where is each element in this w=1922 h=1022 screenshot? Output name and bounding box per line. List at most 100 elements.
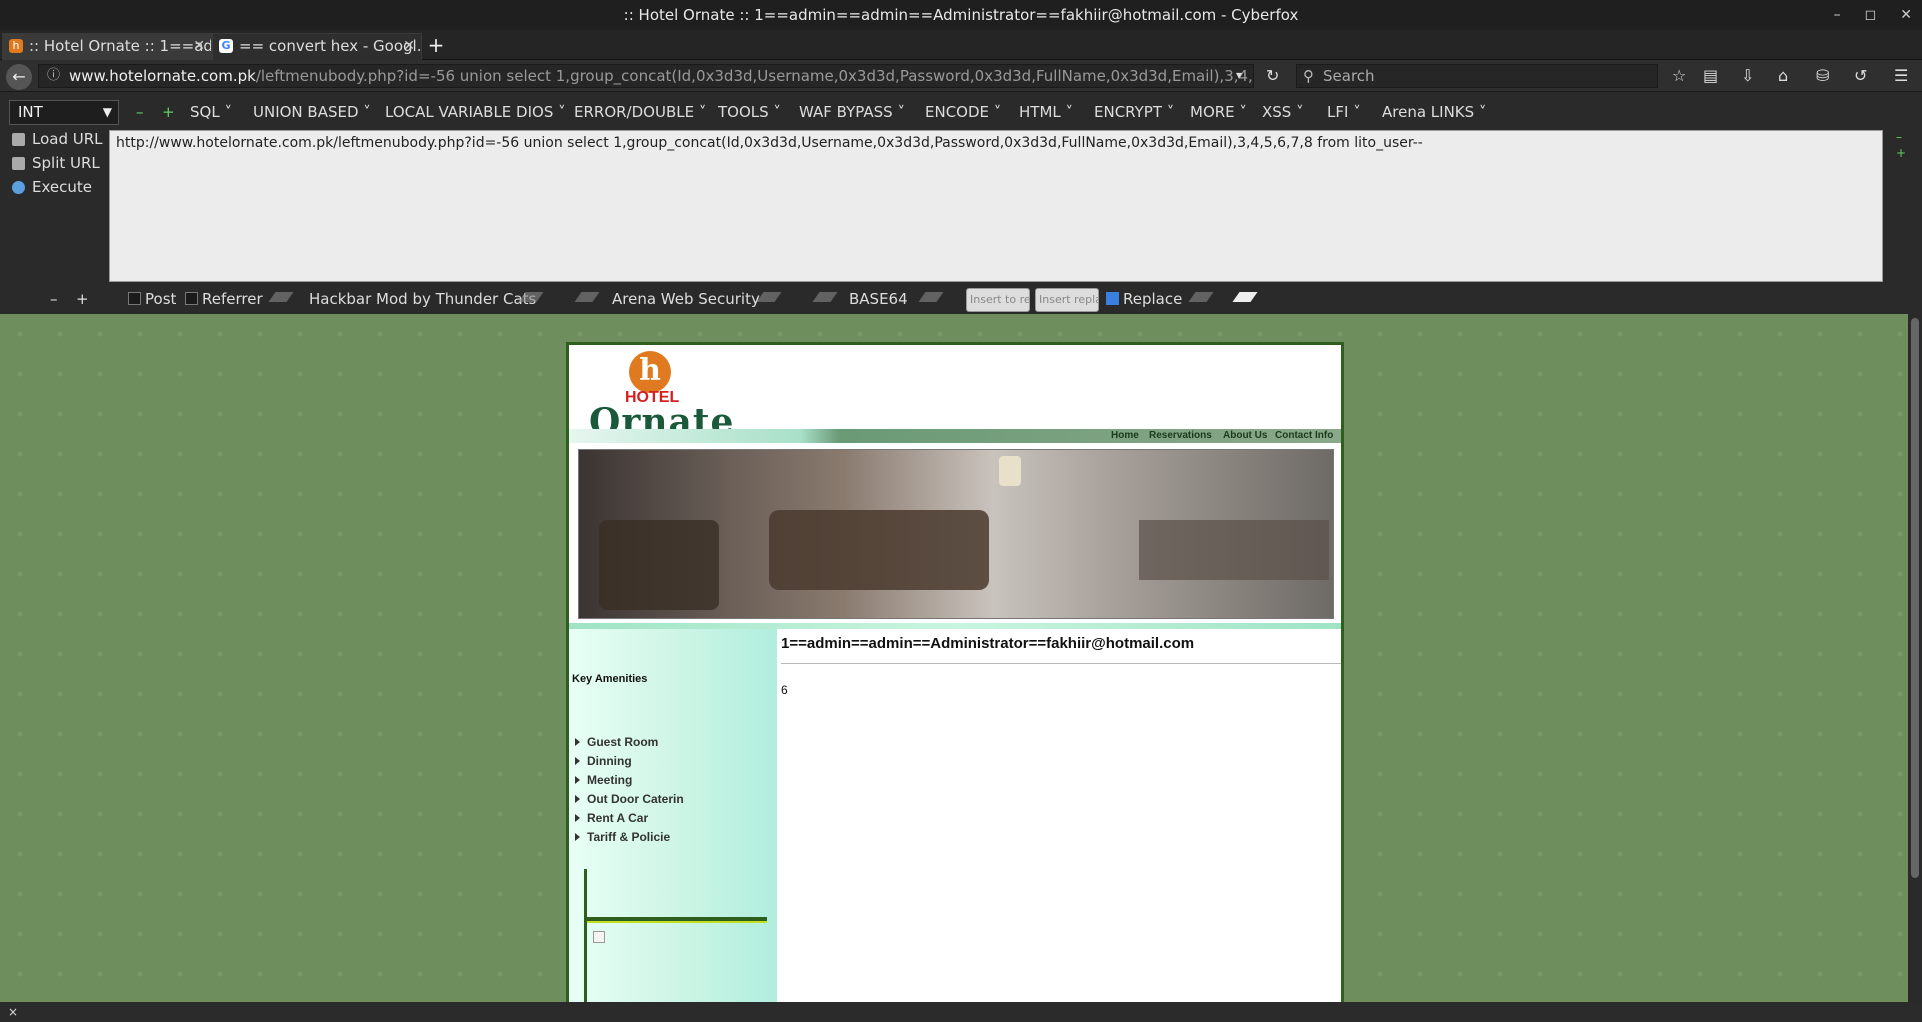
- replace-go-button[interactable]: [1232, 292, 1258, 302]
- textarea-grow-button[interactable]: +: [1896, 146, 1906, 160]
- menu-local-variable-dios[interactable]: LOCAL VARIABLE DIOS ˅: [385, 103, 566, 121]
- insert-replacing-input[interactable]: Insert replaci: [1035, 288, 1099, 312]
- tab-close-icon[interactable]: ✕: [403, 34, 415, 59]
- execute-icon: [12, 181, 25, 194]
- insert-to-replace-input[interactable]: Insert to repl: [966, 288, 1030, 312]
- menu-arena-links[interactable]: Arena LINKS ˅: [1382, 103, 1486, 121]
- menu-label: XSS: [1262, 103, 1292, 121]
- tab-hotel-ornate[interactable]: h :: Hotel Ornate :: 1==ad... ✕: [2, 33, 212, 60]
- maximize-icon[interactable]: ◻: [1865, 7, 1877, 23]
- url-bar[interactable]: ⓘ www.hotelornate.com.pk/leftmenubody.ph…: [38, 64, 1254, 88]
- tab-bar: h :: Hotel Ornate :: 1==ad... ✕ G == con…: [0, 30, 1922, 60]
- tab-convert-hex[interactable]: G == convert hex - Googl... ✕: [212, 33, 422, 60]
- menu-lfi[interactable]: LFI ˅: [1327, 103, 1361, 121]
- tab-close-icon[interactable]: ✕: [193, 34, 205, 59]
- menu-union-based[interactable]: UNION BASED ˅: [253, 103, 371, 121]
- menu-sql[interactable]: SQL ˅: [190, 103, 232, 121]
- amenity-link-rent-a-car[interactable]: Rent A Car: [575, 811, 648, 825]
- textarea-shrink-button[interactable]: –: [1896, 130, 1902, 144]
- banner-table-shape: [1139, 520, 1329, 580]
- menu-label: Arena LINKS: [1382, 103, 1475, 121]
- status-close-icon[interactable]: ×: [8, 1005, 18, 1019]
- decrement-button[interactable]: –: [136, 103, 144, 121]
- back-arrow-icon[interactable]: ←: [6, 64, 32, 90]
- replace-label: Replace: [1123, 290, 1183, 308]
- banner-sofa-shape: [769, 510, 989, 590]
- arena-web-security-label: Arena Web Security: [612, 290, 760, 308]
- menu-html[interactable]: HTML ˅: [1019, 103, 1073, 121]
- menu-xss[interactable]: XSS ˅: [1262, 103, 1304, 121]
- menu-label: MORE: [1190, 103, 1235, 121]
- site-top-nav: Home Reservations About Us Contact Info: [569, 429, 1341, 443]
- hackbar-textarea[interactable]: http://www.hotelornate.com.pk/leftmenubo…: [109, 130, 1883, 282]
- amenity-link-guest-room[interactable]: Guest Room: [575, 735, 658, 749]
- referrer-label: Referrer: [202, 290, 263, 308]
- menu-error-double[interactable]: ERROR/DOUBLE ˅: [574, 103, 706, 121]
- scrollbar-thumb[interactable]: [1911, 318, 1919, 878]
- increment-button[interactable]: +: [76, 286, 89, 312]
- nav-reservations[interactable]: Reservations: [1149, 430, 1212, 441]
- tab-label: :: Hotel Ornate :: 1==ad...: [29, 37, 212, 55]
- nav-about-us[interactable]: About Us: [1223, 430, 1267, 441]
- download-icon[interactable]: ⇩: [1741, 66, 1754, 85]
- separator-icon: [1188, 292, 1214, 302]
- navigation-bar: ← ⓘ www.hotelornate.com.pk/leftmenubody.…: [0, 60, 1922, 92]
- logo-h-mark: h: [629, 351, 671, 393]
- hotel-logo[interactable]: h HOTEL Ornate: [589, 351, 733, 443]
- sync-icon[interactable]: ↺: [1854, 66, 1867, 85]
- load-url-button[interactable]: Load URL: [8, 130, 103, 148]
- menu-label: ENCRYPT: [1094, 103, 1163, 121]
- menu-encrypt[interactable]: ENCRYPT ˅: [1094, 103, 1174, 121]
- hackbar-mod-label: Hackbar Mod by Thunder Cats: [309, 290, 537, 308]
- close-icon[interactable]: ✕: [1900, 7, 1912, 23]
- load-url-label: Load URL: [32, 130, 103, 148]
- banner-lamp-shape: [999, 456, 1021, 486]
- separator-icon: [918, 292, 944, 302]
- referrer-checkbox[interactable]: Referrer: [185, 286, 263, 312]
- menu-more[interactable]: MORE ˅: [1190, 103, 1247, 121]
- home-icon[interactable]: ⌂: [1778, 66, 1788, 85]
- new-tab-icon[interactable]: +: [424, 34, 448, 58]
- sidebar-frame: [584, 869, 767, 1002]
- split-url-label: Split URL: [32, 154, 100, 172]
- menu-label: ENCODE: [925, 103, 990, 121]
- execute-button[interactable]: Execute: [8, 178, 92, 196]
- replace-checkbox[interactable]: Replace: [1106, 286, 1182, 312]
- nav-home[interactable]: Home: [1111, 430, 1139, 441]
- menu-encode[interactable]: ENCODE ˅: [925, 103, 1001, 121]
- library-icon[interactable]: ▤: [1703, 66, 1718, 85]
- vertical-scrollbar[interactable]: [1908, 314, 1922, 1002]
- amenity-link-tariff-policies[interactable]: Tariff & Policie: [575, 830, 670, 844]
- info-icon[interactable]: ⓘ: [47, 65, 60, 87]
- amenity-link-outdoor-catering[interactable]: Out Door Caterin: [575, 792, 684, 806]
- amenity-link-dinning[interactable]: Dinning: [575, 754, 632, 768]
- post-checkbox[interactable]: Post: [128, 286, 176, 312]
- search-field[interactable]: ⚲ Search: [1296, 64, 1658, 88]
- amenity-link-meeting[interactable]: Meeting: [575, 773, 632, 787]
- checkbox-box: [185, 292, 198, 305]
- hotel-site: h HOTEL Ornate Home Reservations About U…: [566, 342, 1344, 1002]
- menu-waf-bypass[interactable]: WAF BYPASS ˅: [799, 103, 905, 121]
- search-icon: ⚲: [1303, 67, 1314, 85]
- minimize-icon[interactable]: –: [1834, 7, 1841, 23]
- reload-icon[interactable]: ↻: [1266, 66, 1279, 85]
- chevron-down-icon: ▼: [102, 105, 112, 119]
- post-label: Post: [145, 290, 177, 308]
- nav-contact-info[interactable]: Contact Info: [1275, 430, 1333, 441]
- url-dropdown-icon[interactable]: ▾: [1236, 68, 1242, 82]
- url-host: www.hotelornate.com.pk: [69, 67, 256, 85]
- pocket-icon[interactable]: ⛁: [1816, 66, 1829, 85]
- split-url-button[interactable]: Split URL: [8, 154, 100, 172]
- menu-label: TOOLS: [718, 103, 769, 121]
- increment-button[interactable]: +: [162, 103, 175, 121]
- int-select[interactable]: INT ▼: [9, 100, 119, 125]
- decrement-button[interactable]: –: [50, 286, 58, 312]
- tab-label: == convert hex - Googl...: [239, 37, 422, 55]
- google-favicon-icon: G: [219, 39, 233, 53]
- menu-tools[interactable]: TOOLS ˅: [718, 103, 781, 121]
- column-value-text: 6: [781, 683, 788, 697]
- hotel-favicon-icon: h: [9, 39, 23, 53]
- bookmark-star-icon[interactable]: ☆: [1672, 66, 1686, 85]
- separator-icon: [574, 292, 600, 302]
- menu-hamburger-icon[interactable]: ☰: [1894, 66, 1908, 85]
